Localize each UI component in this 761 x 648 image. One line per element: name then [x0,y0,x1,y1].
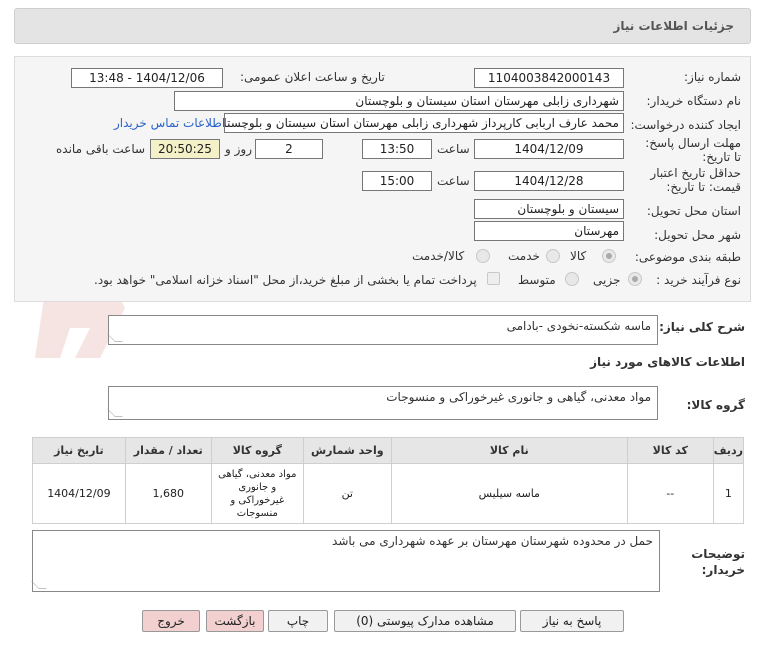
validity-date-field: 1404/12/28 [474,171,624,191]
cell-code: -- [626,463,714,524]
province-label: استان محل تحویل: [646,204,741,218]
attached-docs-button[interactable]: مشاهده مدارک پیوستی (0) [334,610,516,632]
buyer-org-label: نام دستگاه خریدار: [646,94,742,108]
cell-qty: 1,680 [124,463,212,524]
col-unit: واحد شمارش [302,437,392,464]
days-label: روز و [225,142,252,156]
remaining-time-field: 20:50:25 [150,139,220,159]
goods-group-text: مواد معدنی، گیاهی و جانوری غیرخوراکی و م… [386,390,651,404]
cell-group: مواد معدنی، گیاهی و جانوری غیرخوراکی و م… [210,463,304,524]
resize-grip-icon[interactable] [31,581,47,589]
category-both-radio[interactable] [476,249,490,263]
province-field: سیستان و بلوچستان [474,199,624,219]
need-number-field: 1104003842000143 [474,68,624,88]
reply-deadline-label: مهلت ارسال پاسخ: تا تاریخ: [645,136,741,164]
category-both-label: کالا/خدمت [412,249,465,263]
city-field: مهرستان [474,221,624,241]
remaining-label: ساعت باقی مانده [56,142,146,156]
notes-textarea: حمل در محدوده شهرستان مهرستان بر عهده شه… [31,530,660,592]
category-goods-label: کالا [570,249,587,263]
notes-label: توضیحات خریدار: [691,547,745,577]
creator-label: ایجاد کننده درخواست: [630,118,741,132]
table-row[interactable]: 1 -- ماسه سیلیس تن مواد معدنی، گیاهی و ج… [32,463,745,524]
process-medium-radio[interactable] [565,272,579,286]
goods-group-label: گروه کالا: [686,398,745,412]
col-group: گروه کالا [210,437,304,464]
category-goods-radio[interactable] [602,249,616,263]
notes-text: حمل در محدوده شهرستان مهرستان بر عهده شه… [332,534,653,548]
summary-textarea: ماسه شکسته-نخودی -بادامی [107,315,658,345]
reply-time-label: ساعت [437,142,470,156]
print-button[interactable]: چاپ [268,610,328,632]
reply-button[interactable]: پاسخ به نیاز [520,610,624,632]
process-minor-label: جزیی [593,273,621,287]
back-button[interactable]: بازگشت [206,610,264,632]
buyer-contact-link[interactable]: اطلاعات تماس خریدار [114,116,225,130]
validity-label: حداقل تاریخ اعتبار قیمت: تا تاریخ: [650,166,741,194]
creator-field: محمد عارف اربابی کارپرداز شهرداری زابلی … [224,113,624,133]
page-title: جزئیات اطلاعات نیاز [613,19,734,33]
process-minor-radio[interactable] [628,272,642,286]
cell-date: 1404/12/09 [32,463,126,524]
col-name: نام کالا [390,437,628,464]
validity-time-label: ساعت [437,174,470,188]
process-label: نوع فرآیند خرید : [656,273,741,287]
announce-label: تاریخ و ساعت اعلان عمومی: [240,70,385,84]
col-row: ردیف [712,437,745,464]
col-qty: تعداد / مقدار [124,437,212,464]
category-service-label: خدمت [508,249,540,263]
category-label: طبقه بندی موضوعی: [634,250,741,264]
city-label: شهر محل تحویل: [654,228,741,242]
cell-unit: تن [302,463,392,524]
cell-name: ماسه سیلیس [390,463,628,524]
validity-time-field: 15:00 [362,171,432,191]
resize-grip-icon[interactable] [107,334,123,342]
exit-button[interactable]: خروج [142,610,200,632]
treasury-payment-note: پرداخت تمام یا بخشی از مبلغ خرید،از محل … [94,273,477,287]
days-field: 2 [255,139,323,159]
process-medium-label: متوسط [518,273,556,287]
col-date: تاریخ نیاز [32,437,126,464]
goods-group-textarea: مواد معدنی، گیاهی و جانوری غیرخوراکی و م… [107,386,658,420]
buyer-org-field: شهرداری زابلی مهرستان استان سیستان و بلو… [174,91,624,111]
cell-row: 1 [712,463,745,524]
col-code: کد کالا [626,437,714,464]
category-service-radio[interactable] [546,249,560,263]
goods-section-title: اطلاعات کالاهای مورد نیاز [590,355,745,369]
treasury-payment-checkbox[interactable] [487,272,500,285]
resize-grip-icon[interactable] [107,409,123,417]
goods-table: ردیف کد کالا نام کالا واحد شمارش گروه کا… [32,437,745,524]
table-header-row: ردیف کد کالا نام کالا واحد شمارش گروه کا… [32,437,745,464]
summary-text: ماسه شکسته-نخودی -بادامی [506,319,651,333]
need-number-label: شماره نیاز: [684,70,741,84]
reply-date-field: 1404/12/09 [474,139,624,159]
announce-field: 1404/12/06 - 13:48 [71,68,223,88]
summary-label: شرح کلی نیاز: [659,320,745,334]
reply-time-field: 13:50 [362,139,432,159]
page-header: جزئیات اطلاعات نیاز [14,8,751,44]
